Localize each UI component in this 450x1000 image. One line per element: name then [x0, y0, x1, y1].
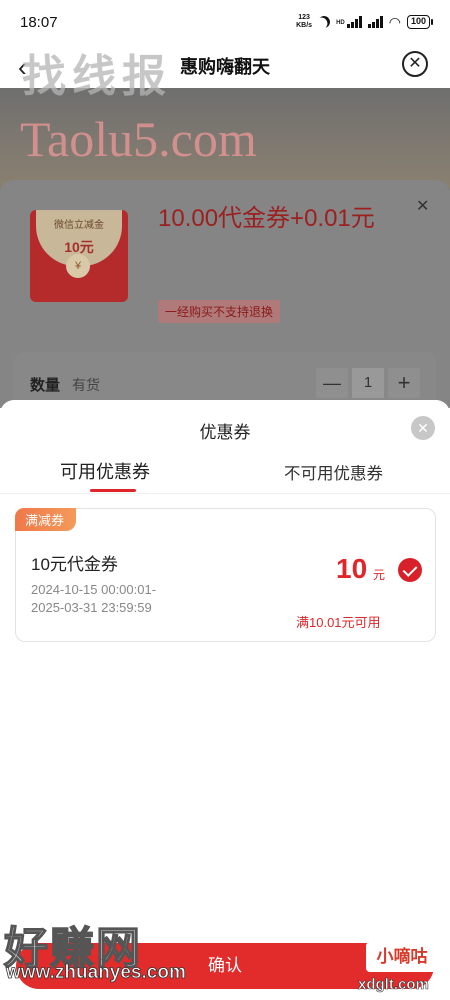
coupon-sheet: 优惠券 ✕ 可用优惠券 不可用优惠券 满减券 10元代金券 2024-10-15… [0, 400, 450, 1000]
coupon-card[interactable]: 满减券 10元代金券 2024-10-15 00:00:01- 2025-03-… [15, 508, 436, 642]
quantity-plus-button: + [388, 368, 420, 398]
coupon-valid-to: 2025-03-31 23:59:59 [31, 600, 152, 615]
status-time: 18:07 [20, 13, 58, 31]
tab-unavailable-coupons[interactable]: 不可用优惠券 [284, 460, 383, 484]
tab-divider [0, 493, 450, 494]
background-page[interactable]: Taolu5.com 微信立减金 10元 ¥ 10.00代金券+0.01元 ✕ … [0, 88, 450, 408]
refund-note: 一经购买不支持退换 [158, 300, 281, 323]
quantity-minus-button: — [316, 368, 348, 398]
coupon-name: 10元代金券 [31, 555, 118, 574]
coupon-threshold: 满10.01元可用 [296, 615, 381, 630]
watermark-top: 找线报 [22, 52, 172, 101]
watermark-bottom-right: 小嘀咕 [366, 942, 438, 972]
red-envelope-image: 微信立减金 10元 ¥ [30, 210, 128, 302]
watermark-bottom-url: www.zhuanyes.com [6, 962, 187, 984]
watermark-site: Taolu5.com [20, 111, 257, 167]
signal-icon-2 [367, 16, 383, 28]
coin-icon: ¥ [66, 254, 90, 278]
tab-available-coupons[interactable]: 可用优惠券 [60, 458, 150, 484]
quantity-value: 1 [352, 368, 384, 398]
watermark-bottom-domain: xdglt.com [358, 976, 429, 994]
active-tab-indicator [90, 489, 136, 492]
sheet-close-icon[interactable]: ✕ [411, 416, 435, 440]
wifi-icon: ◠ [388, 13, 401, 30]
close-icon[interactable]: ✕ [402, 51, 428, 77]
signal-icon [346, 16, 362, 28]
do-not-disturb-icon [316, 14, 332, 30]
product-price: 10.00代金券+0.01元 [158, 205, 375, 232]
hd-label: HD [336, 19, 345, 26]
coupon-amount: 10 [336, 553, 368, 584]
network-speed-unit: KB/s [296, 22, 313, 29]
status-icons: 123 KB/s HD ◠ 100 [296, 13, 434, 31]
watermark-bottom-small: 电银付文件区 [366, 930, 426, 941]
sheet-title: 优惠券 [199, 423, 251, 442]
product-close-icon: ✕ [416, 198, 430, 215]
network-speed: 123 KB/s [296, 14, 312, 30]
network-speed-value: 123 [298, 14, 310, 21]
coupon-type-badge: 满减券 [15, 508, 77, 531]
page-title: 惠购嗨翻天 [180, 57, 270, 77]
quantity-label: 数量 [30, 377, 61, 394]
coupon-unit: 元 [373, 568, 386, 582]
envelope-title: 微信立减金 [54, 220, 104, 231]
status-bar: 18:07 123 KB/s HD ◠ 100 [0, 0, 450, 44]
coupon-valid-from: 2024-10-15 00:00:01- [31, 582, 157, 597]
battery-icon: 100 [406, 15, 434, 29]
check-icon[interactable] [398, 558, 422, 582]
stock-status: 有货 [72, 377, 100, 393]
